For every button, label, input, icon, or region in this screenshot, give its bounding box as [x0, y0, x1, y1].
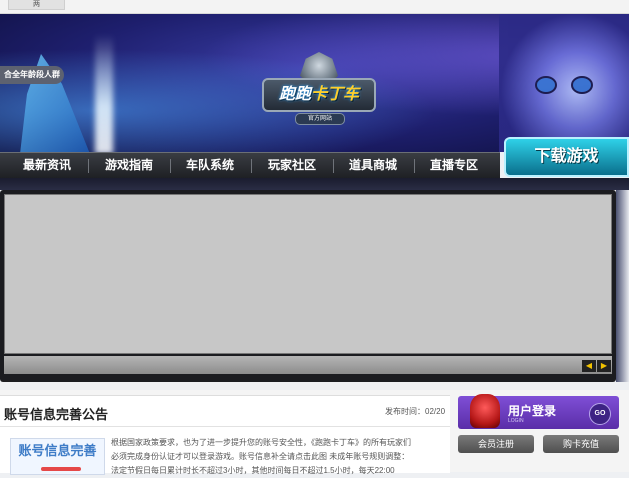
login-go-button[interactable]: GO: [589, 403, 611, 425]
announcement-thumbnail[interactable]: 账号信息完善: [10, 438, 105, 475]
light-beam-decoration: [95, 34, 113, 152]
announcement-line: 根据国家政策要求，也为了进一步提升您的账号安全性，《跑跑卡丁车》的所有玩家们: [111, 438, 411, 447]
download-game-button[interactable]: 下载游戏: [504, 137, 629, 177]
character-art: [499, 14, 629, 152]
nav-item-news[interactable]: 最新资讯: [12, 153, 82, 178]
hero-banner: 合全年龄段人群 跑跑卡丁车 官方网站: [0, 14, 629, 152]
announcement-line: 必须完成身份认证才可以登录游戏。账号信息补全请点击此图 未成年账号规则调整：: [111, 452, 410, 461]
thumbnail-decoration: [41, 467, 81, 471]
character-eye: [571, 76, 593, 94]
logo-text-b: 卡丁车: [311, 86, 360, 103]
slider-base: [4, 356, 612, 374]
divider: [0, 426, 450, 427]
recharge-button[interactable]: 购卡充值: [543, 435, 619, 453]
nav-item-shop[interactable]: 道具商城: [338, 153, 408, 178]
browser-tab[interactable]: 两: [8, 0, 65, 10]
nav-item-live[interactable]: 直播专区: [419, 153, 489, 178]
nav-item-team[interactable]: 车队系统: [175, 153, 245, 178]
slider-prev-button[interactable]: ◀: [582, 360, 596, 372]
game-logo[interactable]: 跑跑卡丁车 官方网站: [262, 52, 376, 125]
nav-separator: [88, 159, 89, 173]
slider-image-placeholder[interactable]: [4, 194, 612, 354]
side-decoration: [616, 190, 629, 382]
logo-text: 跑跑卡丁车: [262, 78, 376, 112]
browser-top-strip: 两: [0, 0, 629, 14]
slider-next-button[interactable]: ▶: [597, 360, 611, 372]
announcement-title[interactable]: 账号信息完善公告: [4, 404, 108, 423]
mascot-icon: [470, 394, 500, 428]
announcement-panel: 账号信息完善公告 发布时间：02/20 账号信息完善 根据国家政策要求，也为了进…: [0, 395, 450, 475]
character-eye: [535, 76, 557, 94]
nav-separator: [170, 159, 171, 173]
nav-item-community[interactable]: 玩家社区: [257, 153, 327, 178]
announcement-line: 法定节假日每日累计时长不超过3小时，其他时间每日不超过1.5小时，每天22:00: [111, 466, 395, 475]
nav-item-guide[interactable]: 游戏指南: [94, 153, 164, 178]
login-label: 用户登录: [508, 404, 557, 418]
logo-text-a: 跑跑: [278, 86, 311, 103]
nav-separator: [333, 159, 334, 173]
announcement-date: 发布时间：02/20: [385, 407, 446, 416]
login-sublabel: LOGIN: [508, 418, 524, 424]
age-rating-badge: 合全年龄段人群: [0, 66, 64, 84]
main-nav: 最新资讯 游戏指南 车队系统 玩家社区 道具商城 直播专区: [0, 152, 500, 179]
nav-separator: [414, 159, 415, 173]
user-login-panel[interactable]: 用户登录 LOGIN GO: [458, 394, 619, 429]
nav-separator: [251, 159, 252, 173]
banner-lower-band: [0, 178, 629, 190]
logo-tag: 官方网站: [295, 113, 345, 125]
register-button[interactable]: 会员注册: [458, 435, 534, 453]
thumbnail-label: 账号信息完善: [18, 443, 97, 458]
image-slider: ◀ ▶: [0, 190, 616, 382]
